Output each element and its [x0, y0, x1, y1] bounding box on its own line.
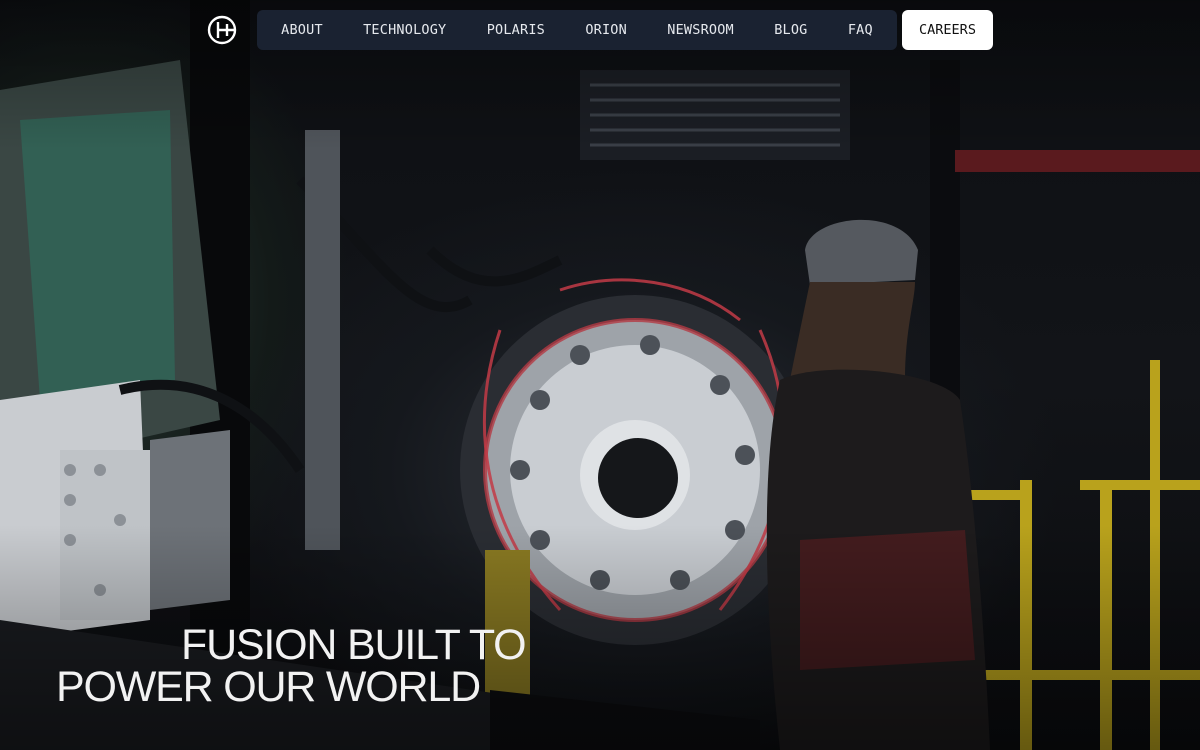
nav-polaris[interactable]: POLARIS — [483, 16, 549, 44]
logo-link[interactable] — [206, 14, 238, 46]
fusion-logo-icon — [207, 15, 237, 45]
nav-technology[interactable]: TECHNOLOGY — [359, 16, 450, 44]
hero-headline-line-2: POWER OUR WORLD — [56, 663, 481, 711]
nav-orion[interactable]: ORION — [581, 16, 631, 44]
careers-button[interactable]: CAREERS — [902, 10, 993, 50]
nav-about[interactable]: ABOUT — [277, 16, 327, 44]
nav-faq[interactable]: FAQ — [844, 16, 877, 44]
hero-headline-line-1: FUSION BUILT TO — [181, 621, 527, 669]
nav-blog[interactable]: BLOG — [770, 16, 811, 44]
hero-headline: FUSION BUILT TO POWER OUR WORLD — [56, 621, 527, 711]
main-nav: ABOUT TECHNOLOGY POLARIS ORION NEWSROOM … — [257, 10, 897, 50]
nav-newsroom[interactable]: NEWSROOM — [663, 16, 738, 44]
